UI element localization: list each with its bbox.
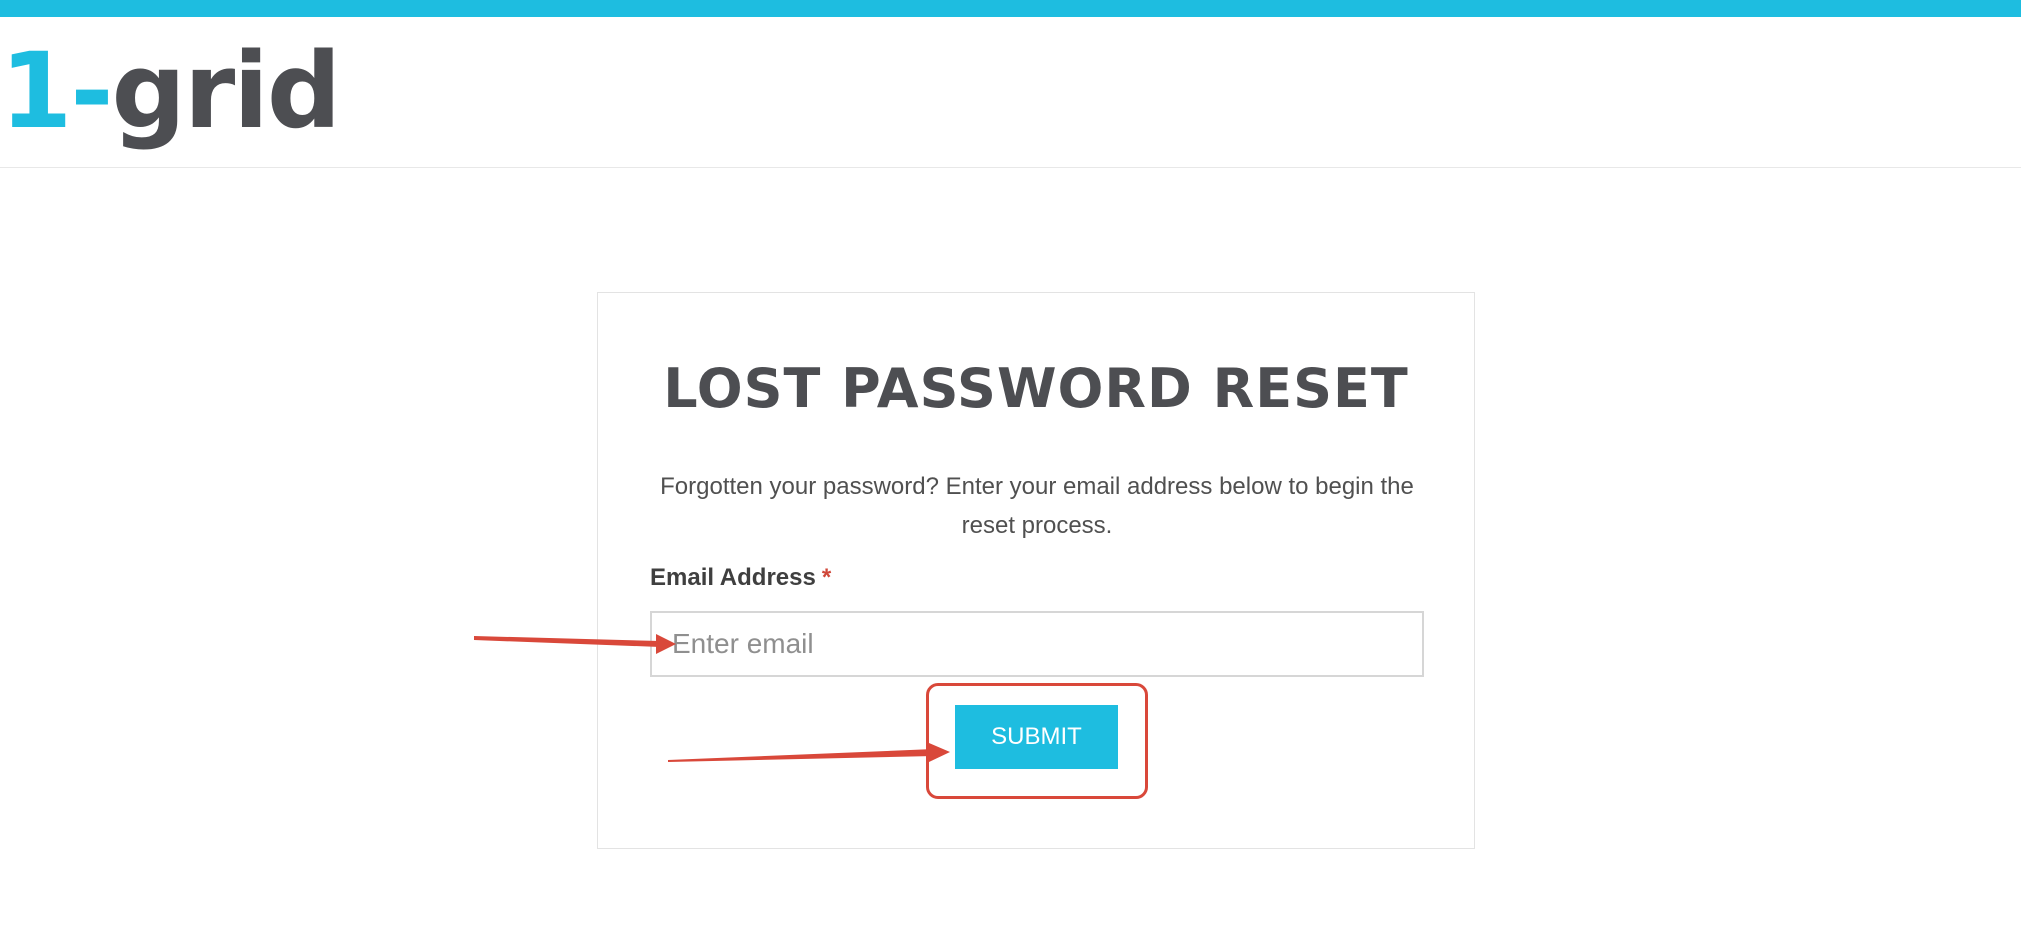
site-header: 1-grid [0,17,2021,168]
password-reset-card: LOST PASSWORD RESET Forgotten your passw… [597,292,1475,849]
reset-instructions: Forgotten your password? Enter your emai… [660,473,1414,539]
email-label: Email Address * [650,563,831,593]
top-accent-bar [0,0,2021,17]
logo[interactable]: 1-grid [0,39,341,159]
submit-button[interactable]: SUBMIT [955,705,1118,769]
logo-text: 1-grid [0,39,341,143]
email-field[interactable] [650,611,1424,677]
email-label-text: Email Address [650,564,816,591]
logo-word: grid [111,30,342,152]
logo-number: 1- [0,30,114,152]
page-title: LOST PASSWORD RESET [663,357,1409,420]
required-marker: * [821,564,832,591]
